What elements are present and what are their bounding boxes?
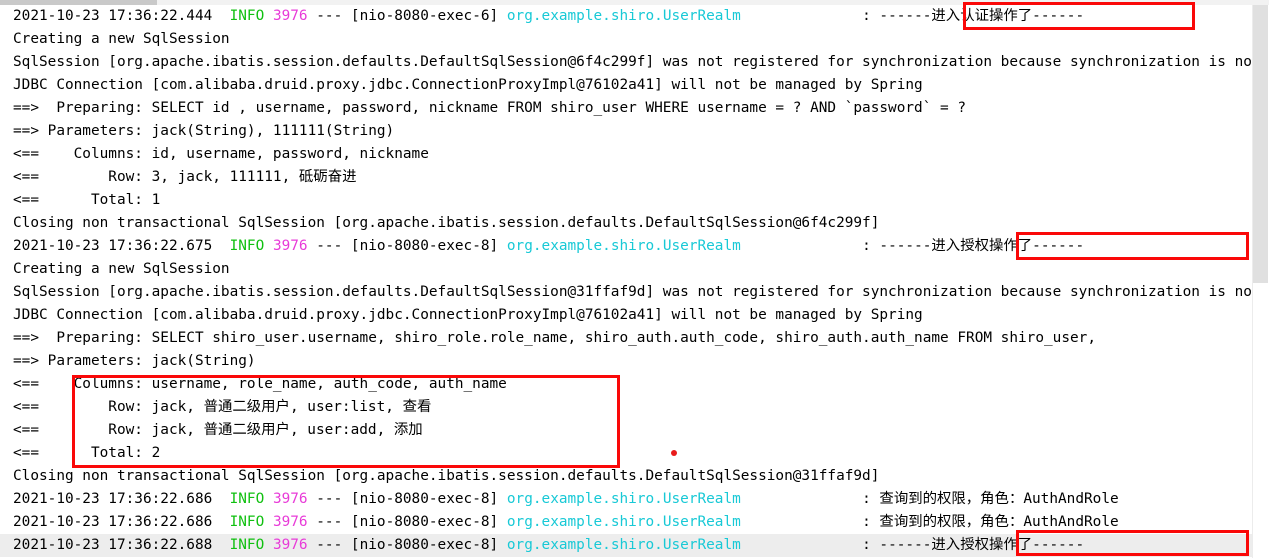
console-log-lines: 2021-10-23 17:36:22.444 INFO 3976 --- [n… — [0, 5, 1252, 557]
log-token-pid: 3976 — [272, 8, 308, 24]
log-line[interactable]: SqlSession [org.apache.ibatis.session.de… — [0, 281, 1252, 304]
log-line[interactable]: <== Columns: username, role_name, auth_c… — [0, 373, 1252, 396]
log-token-plain — [264, 491, 273, 507]
log-token-class: org.example.shiro.UserRealm — [506, 8, 741, 24]
log-token-plain: --- [nio-8080-exec-8] — [307, 514, 507, 530]
vertical-scrollbar-thumb[interactable] — [1253, 5, 1268, 283]
log-line[interactable]: 2021-10-23 17:36:22.444 INFO 3976 --- [n… — [0, 5, 1252, 28]
log-line[interactable]: <== Total: 2 — [0, 442, 1252, 465]
log-token-plain: --- [nio-8080-exec-8] — [307, 238, 507, 254]
log-token-class: org.example.shiro.UserRealm — [506, 491, 741, 507]
log-line[interactable]: <== Columns: id, username, password, nic… — [0, 143, 1252, 166]
log-line[interactable]: Creating a new SqlSession — [0, 28, 1252, 51]
log-line[interactable]: JDBC Connection [com.alibaba.druid.proxy… — [0, 74, 1252, 97]
log-token-plain: Closing non transactional SqlSession [or… — [13, 468, 880, 484]
log-token-class: org.example.shiro.UserRealm — [506, 238, 741, 254]
log-token-plain — [264, 537, 273, 553]
log-token-plain: 2021-10-23 17:36:22.675 — [13, 238, 230, 254]
log-line[interactable]: SqlSession [org.apache.ibatis.session.de… — [0, 51, 1252, 74]
vertical-scrollbar-track[interactable] — [1252, 5, 1269, 558]
log-token-plain: 2021-10-23 17:36:22.688 — [13, 537, 230, 553]
log-token-plain: <== Row: jack, 普通二级用户, user:list, 查看 — [13, 399, 432, 415]
log-line[interactable]: <== Row: jack, 普通二级用户, user:list, 查看 — [0, 396, 1252, 419]
log-line[interactable]: Closing non transactional SqlSession [or… — [0, 212, 1252, 235]
log-token-plain: Creating a new SqlSession — [13, 31, 230, 47]
log-token-info: INFO — [229, 238, 265, 254]
log-token-plain: <== Total: 1 — [13, 192, 161, 208]
log-line[interactable]: Creating a new SqlSession — [0, 258, 1252, 281]
log-token-plain — [264, 238, 273, 254]
log-token-plain — [264, 8, 273, 24]
log-token-info: INFO — [229, 514, 265, 530]
log-token-plain: : ------进入认证操作了------ — [740, 8, 1085, 24]
log-line[interactable]: Closing non transactional SqlSession [or… — [0, 465, 1252, 488]
log-line[interactable]: ==> Parameters: jack(String), 111111(Str… — [0, 120, 1252, 143]
log-line[interactable]: <== Row: 3, jack, 111111, 砥砺奋进 — [0, 166, 1252, 189]
log-token-plain: : ------进入授权操作了------ — [740, 537, 1085, 553]
log-token-pid: 3976 — [272, 537, 308, 553]
log-token-plain: ==> Preparing: SELECT shiro_user.usernam… — [13, 330, 1096, 346]
log-token-plain: : ------进入授权操作了------ — [740, 238, 1085, 254]
log-token-info: INFO — [229, 8, 265, 24]
log-token-plain — [264, 514, 273, 530]
log-token-plain: 2021-10-23 17:36:22.686 — [13, 514, 230, 530]
log-token-plain: Closing non transactional SqlSession [or… — [13, 215, 880, 231]
log-token-plain: <== Row: jack, 普通二级用户, user:add, 添加 — [13, 422, 423, 438]
log-token-plain: --- [nio-8080-exec-6] — [307, 8, 507, 24]
log-line[interactable]: <== Row: jack, 普通二级用户, user:add, 添加 — [0, 419, 1252, 442]
log-token-plain: : 查询到的权限，角色：AuthAndRole — [740, 491, 1119, 507]
log-token-plain: SqlSession [org.apache.ibatis.session.de… — [13, 284, 1252, 300]
log-token-plain: SqlSession [org.apache.ibatis.session.de… — [13, 54, 1252, 70]
log-line[interactable]: <== Total: 1 — [0, 189, 1252, 212]
log-token-info: INFO — [229, 537, 265, 553]
log-token-plain: 2021-10-23 17:36:22.686 — [13, 491, 230, 507]
log-token-plain: ==> Parameters: jack(String) — [13, 353, 256, 369]
log-token-plain: : 查询到的权限，角色：AuthAndRole — [740, 514, 1119, 530]
log-line[interactable]: 2021-10-23 17:36:22.686 INFO 3976 --- [n… — [0, 511, 1252, 534]
log-token-class: org.example.shiro.UserRealm — [506, 537, 741, 553]
log-line[interactable]: JDBC Connection [com.alibaba.druid.proxy… — [0, 304, 1252, 327]
log-token-class: org.example.shiro.UserRealm — [506, 514, 741, 530]
log-token-plain: ==> Parameters: jack(String), 111111(Str… — [13, 123, 395, 139]
annotation-dot-marker — [671, 450, 677, 456]
log-token-plain: <== Total: 2 — [13, 445, 161, 461]
log-token-plain: ==> Preparing: SELECT id , username, pas… — [13, 100, 967, 116]
log-token-plain: --- [nio-8080-exec-8] — [307, 537, 507, 553]
log-line[interactable]: ==> Preparing: SELECT id , username, pas… — [0, 97, 1252, 120]
log-token-pid: 3976 — [272, 514, 308, 530]
log-line[interactable]: ==> Preparing: SELECT shiro_user.usernam… — [0, 327, 1252, 350]
console-window: 2021-10-23 17:36:22.444 INFO 3976 --- [n… — [0, 0, 1269, 558]
log-token-plain: <== Columns: username, role_name, auth_c… — [13, 376, 507, 392]
console-log-viewport[interactable]: 2021-10-23 17:36:22.444 INFO 3976 --- [n… — [0, 5, 1252, 558]
log-line[interactable]: ==> Parameters: jack(String) — [0, 350, 1252, 373]
log-token-plain: <== Columns: id, username, password, nic… — [13, 146, 429, 162]
log-token-plain: Creating a new SqlSession — [13, 261, 230, 277]
log-line[interactable]: 2021-10-23 17:36:22.675 INFO 3976 --- [n… — [0, 235, 1252, 258]
log-token-plain: 2021-10-23 17:36:22.444 — [13, 8, 230, 24]
log-line[interactable]: 2021-10-23 17:36:22.688 INFO 3976 --- [n… — [0, 534, 1252, 557]
log-token-pid: 3976 — [272, 238, 308, 254]
log-token-plain: JDBC Connection [com.alibaba.druid.proxy… — [13, 77, 923, 93]
log-token-pid: 3976 — [272, 491, 308, 507]
log-line[interactable]: 2021-10-23 17:36:22.686 INFO 3976 --- [n… — [0, 488, 1252, 511]
log-token-plain: JDBC Connection [com.alibaba.druid.proxy… — [13, 307, 923, 323]
log-token-plain: <== Row: 3, jack, 111111, 砥砺奋进 — [13, 169, 357, 185]
log-token-plain: --- [nio-8080-exec-8] — [307, 491, 507, 507]
log-token-info: INFO — [229, 491, 265, 507]
